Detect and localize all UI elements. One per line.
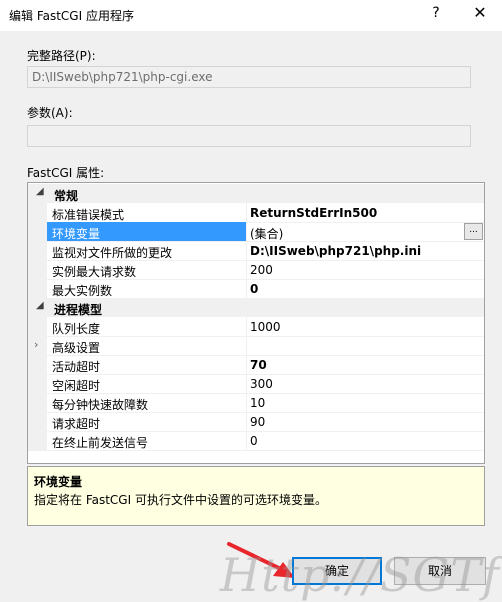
description-panel: 环境变量 指定将在 FastCGI 可执行文件中设置的可选环境变量。 <box>27 466 485 526</box>
arguments-field <box>27 125 471 147</box>
property-value[interactable]: 0 <box>250 434 258 448</box>
watermark-text: Http://SGTf.cn <box>220 548 502 602</box>
arguments-label: 参数(A): <box>27 106 73 120</box>
property-row-selected[interactable]: 环境变量 (集合) ... <box>28 222 484 242</box>
property-name: 环境变量 <box>52 227 101 241</box>
title-bar: 编辑 FastCGI 应用程序 ? ✕ <box>0 0 502 31</box>
property-value[interactable]: 300 <box>250 377 273 391</box>
property-name: 每分钟快速故障数 <box>52 398 149 412</box>
window-title: 编辑 FastCGI 应用程序 <box>9 9 134 23</box>
property-row[interactable]: 在终止前发送信号 0 <box>28 431 484 451</box>
property-value[interactable]: 1000 <box>250 320 281 334</box>
description-text: 指定将在 FastCGI 可执行文件中设置的可选环境变量。 <box>34 493 327 507</box>
property-row[interactable]: 活动超时 70 <box>28 355 484 375</box>
property-row[interactable]: 队列长度 1000 <box>28 317 484 337</box>
ellipsis-button[interactable]: ... <box>464 223 483 240</box>
property-row[interactable]: 每分钟快速故障数 10 <box>28 393 484 413</box>
property-name: 在终止前发送信号 <box>52 436 149 450</box>
property-value[interactable]: 10 <box>250 396 265 410</box>
close-button[interactable]: ✕ <box>470 3 490 22</box>
help-button[interactable]: ? <box>428 5 444 21</box>
property-grid: ◢ 常规 标准错误模式 ReturnStdErrIn500 环境变量 (集合) … <box>27 182 485 464</box>
property-name: 队列长度 <box>52 322 101 336</box>
property-name: 空闲超时 <box>52 379 101 393</box>
category-name: 进程模型 <box>54 303 103 317</box>
property-value[interactable]: 70 <box>250 358 267 372</box>
property-name: 活动超时 <box>52 360 101 374</box>
category-process-model[interactable]: ◢ 进程模型 <box>28 298 484 317</box>
full-path-label: 完整路径(P): <box>27 49 96 63</box>
collapse-chevron-icon[interactable]: ◢ <box>36 186 44 197</box>
property-name: 最大实例数 <box>52 284 113 298</box>
expand-chevron-icon[interactable]: › <box>34 338 38 351</box>
property-row[interactable]: 实例最大请求数 200 <box>28 260 484 280</box>
property-value[interactable]: ReturnStdErrIn500 <box>250 206 377 220</box>
property-value[interactable]: 200 <box>250 263 273 277</box>
property-row[interactable]: 最大实例数 0 <box>28 279 484 299</box>
full-path-field: D:\IISweb\php721\php-cgi.exe <box>27 66 471 88</box>
description-title: 环境变量 <box>34 475 83 489</box>
property-name: 高级设置 <box>52 341 101 355</box>
collapse-chevron-icon[interactable]: ◢ <box>36 300 44 311</box>
property-row[interactable]: 监视对文件所做的更改 D:\IISweb\php721\php.ini <box>28 241 484 261</box>
property-value[interactable]: 90 <box>250 415 265 429</box>
property-name: 监视对文件所做的更改 <box>52 246 173 260</box>
category-name: 常规 <box>54 189 79 203</box>
property-value[interactable]: D:\IISweb\php721\php.ini <box>250 244 421 258</box>
property-row[interactable]: 请求超时 90 <box>28 412 484 432</box>
property-row-expandable[interactable]: › 高级设置 <box>28 336 484 356</box>
category-general[interactable]: ◢ 常规 <box>28 184 484 203</box>
property-value[interactable]: 0 <box>250 282 258 296</box>
property-name: 标准错误模式 <box>52 208 125 222</box>
property-name: 请求超时 <box>52 417 101 431</box>
property-row[interactable]: 标准错误模式 ReturnStdErrIn500 <box>28 203 484 223</box>
property-name: 实例最大请求数 <box>52 265 137 279</box>
properties-label: FastCGI 属性: <box>27 166 105 180</box>
property-row[interactable]: 空闲超时 300 <box>28 374 484 394</box>
property-value[interactable]: (集合) <box>250 225 283 242</box>
